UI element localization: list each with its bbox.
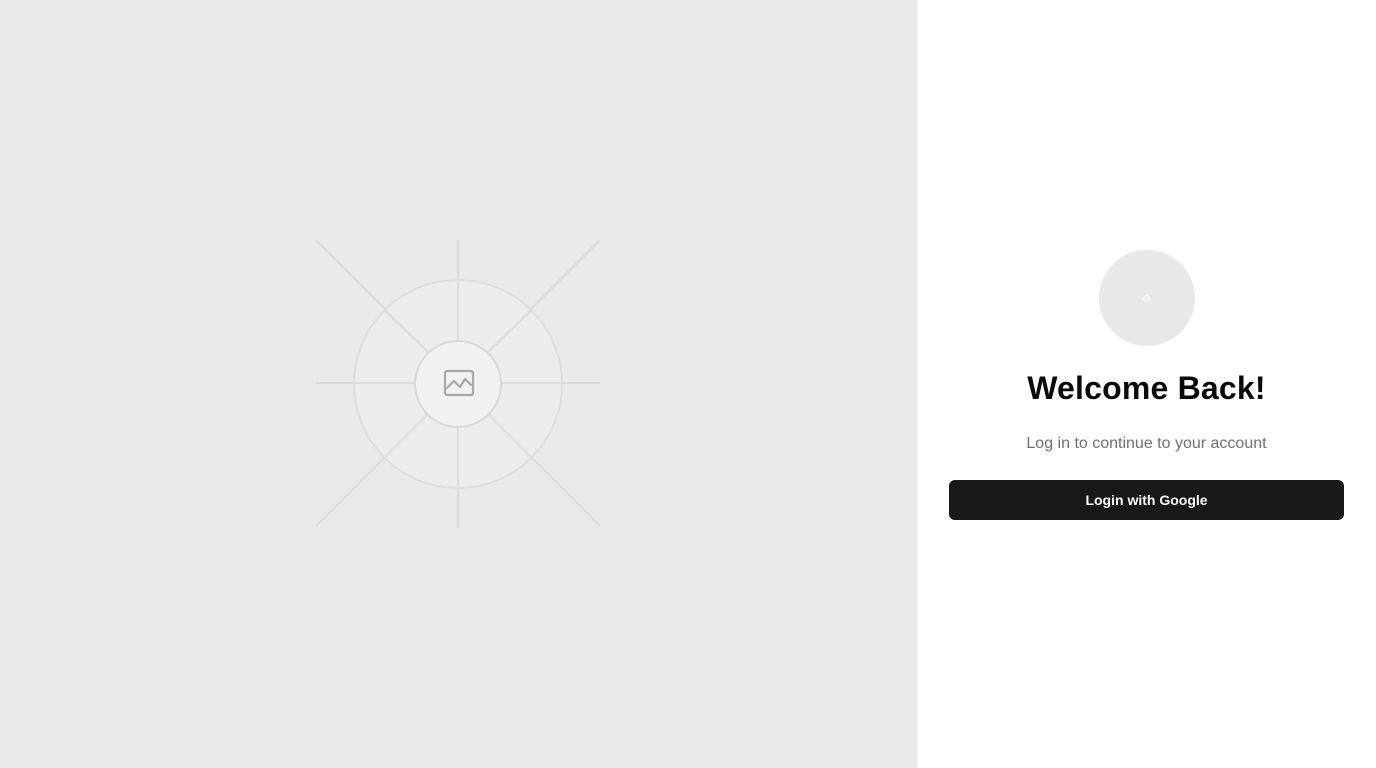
login-with-google-button[interactable]: Login with Google (949, 480, 1344, 520)
image-placeholder-illustration (315, 239, 601, 528)
auth-form: Welcome Back! Log in to continue to your… (949, 250, 1344, 520)
hero-image-panel (0, 0, 917, 768)
page-title: Welcome Back! (1027, 370, 1266, 406)
logo-dot (1143, 294, 1150, 302)
login-page: Welcome Back! Log in to continue to your… (0, 0, 1376, 768)
page-subtitle: Log in to continue to your account (1026, 435, 1267, 452)
logo-placeholder-icon (1098, 250, 1195, 346)
login-button-label: Login with Google (1085, 492, 1208, 508)
auth-panel: Welcome Back! Log in to continue to your… (917, 0, 1376, 768)
